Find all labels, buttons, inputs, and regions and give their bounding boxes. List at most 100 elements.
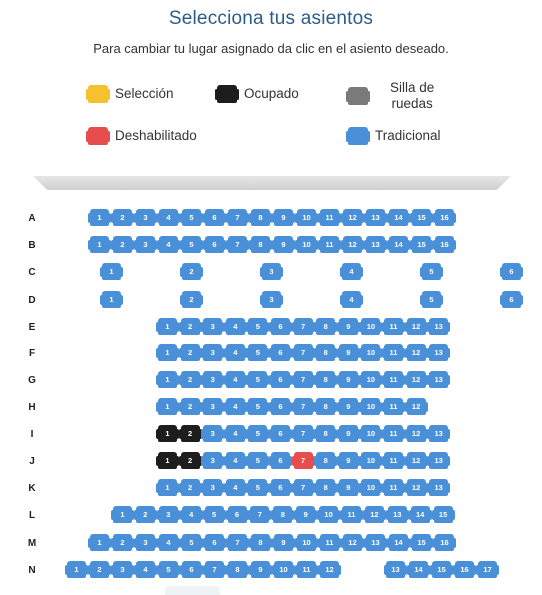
- seat-l-15[interactable]: 15: [431, 506, 455, 523]
- seat-a-13[interactable]: 13: [364, 209, 387, 226]
- seat-k-5[interactable]: 5: [246, 479, 270, 496]
- seat-g-6[interactable]: 6: [269, 371, 292, 388]
- seat-i-3[interactable]: 3: [201, 425, 225, 442]
- seat-l-5[interactable]: 5: [202, 506, 226, 523]
- seat-m-5[interactable]: 5: [180, 534, 203, 551]
- seat-c-4[interactable]: 4: [340, 263, 363, 280]
- seat-g-9[interactable]: 9: [336, 371, 360, 388]
- seat-m-16[interactable]: 16: [433, 534, 456, 551]
- seat-j-6[interactable]: 6: [269, 452, 292, 469]
- seat-b-12[interactable]: 12: [341, 236, 364, 253]
- seat-i-10[interactable]: 10: [359, 425, 383, 442]
- seat-j-8[interactable]: 8: [314, 452, 338, 469]
- seat-g-4[interactable]: 4: [223, 371, 247, 388]
- seat-d-5[interactable]: 5: [420, 291, 443, 308]
- seat-e-8[interactable]: 8: [314, 318, 338, 335]
- seat-j-3[interactable]: 3: [201, 452, 225, 469]
- seat-a-5[interactable]: 5: [180, 209, 203, 226]
- seat-k-11[interactable]: 11: [382, 479, 405, 496]
- seat-l-6[interactable]: 6: [225, 506, 249, 523]
- seat-n-17[interactable]: 17: [476, 561, 499, 578]
- seat-m-11[interactable]: 11: [318, 534, 341, 551]
- seat-a-7[interactable]: 7: [226, 209, 249, 226]
- seat-k-1[interactable]: 1: [156, 479, 179, 496]
- seat-l-8[interactable]: 8: [271, 506, 295, 523]
- seat-j-12[interactable]: 12: [404, 452, 428, 469]
- seat-j-13[interactable]: 13: [427, 452, 451, 469]
- seat-f-9[interactable]: 9: [336, 344, 360, 361]
- seat-b-9[interactable]: 9: [272, 236, 295, 253]
- seat-b-2[interactable]: 2: [111, 236, 134, 253]
- seat-h-8[interactable]: 8: [314, 398, 338, 415]
- seat-h-9[interactable]: 9: [336, 398, 360, 415]
- seat-f-3[interactable]: 3: [201, 344, 225, 361]
- seat-m-6[interactable]: 6: [203, 534, 226, 551]
- seat-f-6[interactable]: 6: [269, 344, 292, 361]
- seat-m-4[interactable]: 4: [157, 534, 180, 551]
- seat-l-9[interactable]: 9: [294, 506, 318, 523]
- seat-m-12[interactable]: 12: [341, 534, 364, 551]
- seat-f-4[interactable]: 4: [223, 344, 247, 361]
- seat-g-10[interactable]: 10: [359, 371, 383, 388]
- seat-n-4[interactable]: 4: [134, 561, 157, 578]
- seat-c-6[interactable]: 6: [500, 263, 523, 280]
- seat-i-6[interactable]: 6: [269, 425, 292, 442]
- seat-n-7[interactable]: 7: [203, 561, 226, 578]
- seat-n-10[interactable]: 10: [272, 561, 295, 578]
- seat-k-3[interactable]: 3: [201, 479, 225, 496]
- seat-i-4[interactable]: 4: [223, 425, 247, 442]
- seat-h-10[interactable]: 10: [359, 398, 383, 415]
- seat-e-2[interactable]: 2: [178, 318, 202, 335]
- seat-a-3[interactable]: 3: [134, 209, 157, 226]
- seat-j-10[interactable]: 10: [359, 452, 383, 469]
- seat-k-7[interactable]: 7: [291, 479, 315, 496]
- seat-g-2[interactable]: 2: [178, 371, 202, 388]
- seat-f-10[interactable]: 10: [359, 344, 383, 361]
- seat-a-8[interactable]: 8: [249, 209, 272, 226]
- seat-h-12[interactable]: 12: [404, 398, 428, 415]
- seat-f-8[interactable]: 8: [314, 344, 338, 361]
- seat-g-8[interactable]: 8: [314, 371, 338, 388]
- seat-i-11[interactable]: 11: [382, 425, 405, 442]
- seat-k-10[interactable]: 10: [359, 479, 383, 496]
- seat-l-4[interactable]: 4: [179, 506, 203, 523]
- seat-n-9[interactable]: 9: [249, 561, 272, 578]
- seat-g-13[interactable]: 13: [427, 371, 451, 388]
- seat-j-4[interactable]: 4: [223, 452, 247, 469]
- seat-g-5[interactable]: 5: [246, 371, 270, 388]
- seat-c-1[interactable]: 1: [100, 263, 123, 280]
- seat-e-7[interactable]: 7: [291, 318, 315, 335]
- seat-f-1[interactable]: 1: [156, 344, 179, 361]
- seat-l-3[interactable]: 3: [156, 506, 180, 523]
- seat-a-1[interactable]: 1: [88, 209, 111, 226]
- seat-i-9[interactable]: 9: [336, 425, 360, 442]
- seat-d-3[interactable]: 3: [260, 291, 283, 308]
- seat-m-13[interactable]: 13: [364, 534, 387, 551]
- seat-k-9[interactable]: 9: [336, 479, 360, 496]
- seat-c-5[interactable]: 5: [420, 263, 443, 280]
- seat-l-2[interactable]: 2: [133, 506, 157, 523]
- seat-m-14[interactable]: 14: [387, 534, 410, 551]
- seat-k-8[interactable]: 8: [314, 479, 338, 496]
- seat-h-11[interactable]: 11: [382, 398, 405, 415]
- seat-e-12[interactable]: 12: [404, 318, 428, 335]
- seat-i-12[interactable]: 12: [404, 425, 428, 442]
- seat-f-13[interactable]: 13: [427, 344, 451, 361]
- seat-b-3[interactable]: 3: [134, 236, 157, 253]
- seat-b-8[interactable]: 8: [249, 236, 272, 253]
- seat-a-6[interactable]: 6: [203, 209, 226, 226]
- seat-e-9[interactable]: 9: [336, 318, 360, 335]
- seat-k-4[interactable]: 4: [223, 479, 247, 496]
- seat-n-2[interactable]: 2: [88, 561, 111, 578]
- seat-g-7[interactable]: 7: [291, 371, 315, 388]
- seat-e-3[interactable]: 3: [201, 318, 225, 335]
- seat-i-7[interactable]: 7: [291, 425, 315, 442]
- seat-a-14[interactable]: 14: [387, 209, 410, 226]
- seat-a-16[interactable]: 16: [433, 209, 456, 226]
- seat-l-7[interactable]: 7: [248, 506, 272, 523]
- seat-h-5[interactable]: 5: [246, 398, 270, 415]
- seat-n-6[interactable]: 6: [180, 561, 203, 578]
- seat-h-7[interactable]: 7: [291, 398, 315, 415]
- seat-f-2[interactable]: 2: [178, 344, 202, 361]
- seat-i-5[interactable]: 5: [246, 425, 270, 442]
